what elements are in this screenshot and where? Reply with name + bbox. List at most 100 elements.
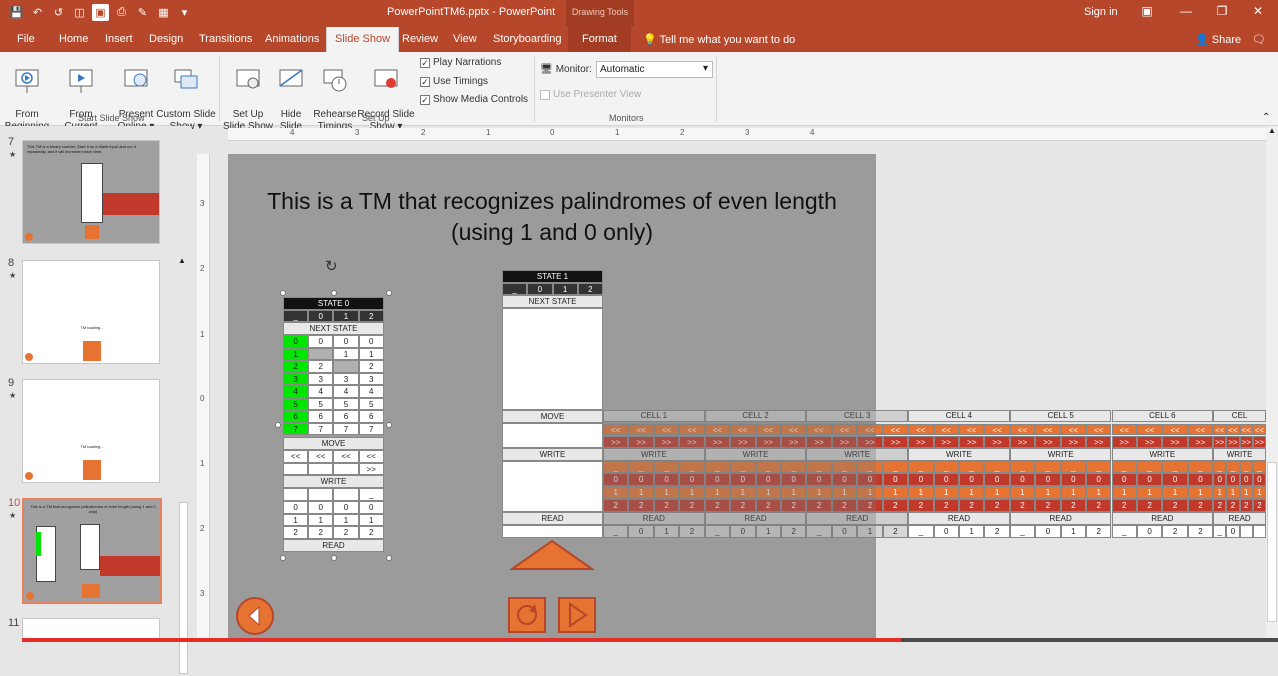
sign-in-link[interactable]: Sign in	[1084, 6, 1118, 18]
ribbon-display-icon[interactable]: ▣	[1139, 4, 1155, 18]
save-icon[interactable]: 💾	[8, 4, 25, 21]
tape-two-cell: 2	[755, 499, 781, 512]
custom-slide-show-button[interactable]: Custom Slide Show ▾	[156, 56, 216, 133]
scroll-up-icon[interactable]: ▲	[178, 256, 186, 265]
slide-thumbnail-8[interactable]: TM loading...	[22, 260, 160, 364]
ribbon: From Beginning From Current Slide Presen…	[0, 52, 1278, 144]
comments-icon[interactable]: 🗨	[1252, 33, 1266, 46]
slide-title[interactable]: This is a TM that recognizes palindromes…	[228, 186, 876, 248]
monitor-select[interactable]: Automatic ▾	[596, 61, 713, 78]
tape-zero-cell: 0	[704, 473, 731, 486]
tab-slide-show[interactable]: Slide Show	[326, 27, 400, 52]
pen-icon[interactable]: ✎	[134, 4, 151, 21]
move-right-cell: >>	[1035, 436, 1061, 448]
tab-format[interactable]: Format	[568, 26, 631, 52]
tape-one-cell: 1	[1213, 486, 1227, 499]
tell-me-box[interactable]: 💡 Tell me what you want to do	[643, 33, 795, 46]
selection-handle[interactable]	[331, 555, 337, 561]
tape-zero-cell: 0	[1035, 473, 1061, 486]
dropdown-icon[interactable]: ▾	[176, 4, 193, 21]
selection-handle[interactable]	[386, 422, 392, 428]
move-left-cell: <<	[1009, 424, 1036, 435]
move-right-cell: >>	[1239, 436, 1253, 448]
move-head-up-icon[interactable]	[508, 538, 596, 572]
back-button-icon[interactable]	[235, 596, 275, 636]
slideshow-icon[interactable]: ▣	[92, 4, 109, 21]
selection-handle[interactable]	[386, 555, 392, 561]
tab-insert[interactable]: Insert	[105, 33, 133, 45]
thumbnail-scrollbar[interactable]: ▲	[178, 256, 189, 676]
selection-handle[interactable]	[275, 422, 281, 428]
tab-file[interactable]: File	[17, 33, 35, 45]
next-state-cell: 6	[358, 410, 384, 423]
video-progress-fill	[22, 638, 902, 642]
reset-button-icon[interactable]	[507, 596, 547, 634]
maximize-icon[interactable]: ❐	[1214, 4, 1230, 18]
tape-two-cell: 2	[1060, 499, 1087, 512]
use-timings-checkbox[interactable]: ✓ Use Timings	[420, 76, 488, 87]
redo-icon[interactable]: ↺	[50, 4, 67, 21]
selection-handle[interactable]	[386, 290, 392, 296]
tape-two-cell: 2	[653, 499, 680, 512]
rotate-handle-icon[interactable]: ↻	[325, 257, 338, 275]
play-button-icon[interactable]	[557, 596, 597, 634]
group-setup: Set Up	[362, 113, 390, 123]
video-progress-bar[interactable]	[22, 638, 1278, 642]
state-title: STATE 0	[283, 297, 384, 310]
hide-slide-button[interactable]: Hide Slide	[276, 56, 306, 133]
next-state-cell: 2	[358, 360, 384, 373]
tape-two-cell: 2	[1136, 499, 1163, 512]
tape-two-cell: 2	[831, 499, 858, 512]
tape-zero-cell: 0	[603, 473, 629, 486]
scroll-up-icon[interactable]: ▲	[1268, 126, 1276, 135]
next-state-cell: 0	[333, 335, 359, 348]
slide-thumbnail-9[interactable]: TM loading...	[22, 379, 160, 483]
undo-icon[interactable]: ↶	[29, 4, 46, 21]
read-value-cell: 0	[831, 525, 858, 538]
minimize-icon[interactable]: —	[1178, 4, 1194, 18]
move-right-cell: >>	[679, 436, 705, 448]
tab-design[interactable]: Design	[149, 33, 183, 45]
scrollbar-thumb[interactable]	[1267, 462, 1277, 622]
tab-transitions[interactable]: Transitions	[199, 33, 252, 45]
presenter-view-checkbox[interactable]: Use Presenter View	[540, 89, 641, 100]
slide-thumbnail-10[interactable]: This is a TM that recognizes palindromes…	[22, 498, 162, 604]
tape-blank-cell: _	[1009, 461, 1036, 473]
close-icon[interactable]: ✕	[1250, 4, 1266, 18]
scrollbar-thumb[interactable]	[179, 502, 188, 674]
read-value-cell: 0	[730, 525, 756, 538]
collapse-ribbon-icon[interactable]: ⌃	[1262, 112, 1270, 123]
present-icon[interactable]: ◫	[71, 4, 88, 21]
tab-animations[interactable]: Animations	[265, 33, 319, 45]
format-icon[interactable]: ▦	[155, 4, 172, 21]
editor-scrollbar[interactable]: ▲	[1266, 126, 1278, 642]
read-value-cell: _	[704, 525, 731, 538]
selection-handle[interactable]	[280, 555, 286, 561]
tab-home[interactable]: Home	[59, 33, 88, 45]
monitor-icon: 🖥	[540, 64, 553, 75]
tape-one-cell: 1	[882, 486, 909, 499]
tape-one-cell: 1	[1187, 486, 1214, 499]
tape-one-cell: 1	[984, 486, 1010, 499]
tape-one-cell: 1	[603, 486, 629, 499]
print-icon[interactable]: ⎙	[113, 4, 130, 21]
move-right-cell: >>	[603, 436, 629, 448]
play-narrations-checkbox[interactable]: ✓ Play Narrations	[420, 57, 501, 68]
move-right-cell: >>	[831, 436, 858, 448]
move-left-cell: <<	[1060, 424, 1087, 435]
move-left-cell: <<	[603, 424, 629, 435]
set-up-slide-show-button[interactable]: Set Up Slide Show	[222, 56, 274, 133]
tab-view[interactable]: View	[453, 33, 477, 45]
selection-handle[interactable]	[331, 290, 337, 296]
show-media-controls-checkbox[interactable]: ✓ Show Media Controls	[420, 94, 528, 105]
rehearse-timings-button[interactable]: Rehearse Timings	[312, 56, 358, 133]
slide-thumbnail-7[interactable]: This TM is a binary counter. Start it on…	[22, 140, 160, 244]
share-button[interactable]: 👤 Share	[1195, 33, 1241, 46]
from-beginning-button[interactable]: From Beginning	[4, 56, 50, 133]
tab-review[interactable]: Review	[402, 33, 438, 45]
tape-cell-header: CELL 5	[1009, 410, 1112, 422]
tab-storyboarding[interactable]: Storyboarding	[493, 33, 562, 45]
move-right-cell: >>	[1187, 436, 1214, 448]
selection-handle[interactable]	[280, 290, 286, 296]
read-value-cell	[1239, 525, 1253, 538]
